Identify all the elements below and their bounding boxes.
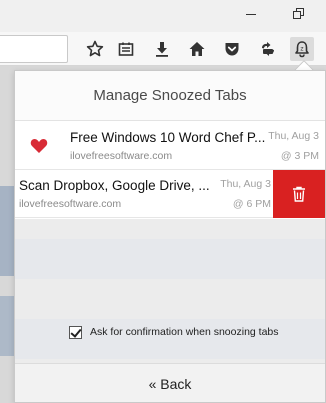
svg-text:z: z [300, 46, 303, 53]
confirm-option[interactable]: Ask for confirmation when snoozing tabs [69, 324, 279, 340]
tab-url: ilovefreesoftware.com [19, 198, 122, 210]
snooze-panel: Manage Snoozed Tabs Free Windows 10 Word… [14, 70, 326, 403]
panel-empty-area [15, 219, 325, 363]
toolbar: z [0, 32, 326, 66]
minimize-button[interactable] [244, 7, 258, 21]
tab-date: Thu, Aug 3 [268, 130, 319, 142]
pocket-icon[interactable] [220, 37, 244, 61]
snoozed-tab-row-swiped[interactable]: Scan Dropbox, Google Drive, ... ilovefre… [15, 170, 273, 218]
tab-title: Free Windows 10 Word Chef P... [70, 130, 265, 145]
tab-time: @ 3 PM [280, 150, 319, 162]
confirm-checkbox[interactable] [69, 325, 82, 339]
download-icon[interactable] [150, 37, 174, 61]
reader-list-icon[interactable] [114, 37, 138, 61]
tab-time: @ 6 PM [232, 198, 271, 210]
delete-button[interactable] [273, 170, 325, 218]
address-bar[interactable] [0, 35, 68, 63]
confirm-label: Ask for confirmation when snoozing tabs [90, 326, 279, 338]
tab-title: Scan Dropbox, Google Drive, ... [19, 178, 210, 193]
snoozed-tab-row[interactable]: Free Windows 10 Word Chef P... ilovefree… [15, 122, 325, 170]
tab-url: ilovefreesoftware.com [70, 150, 173, 162]
star-icon[interactable] [83, 37, 107, 61]
home-icon[interactable] [185, 37, 209, 61]
restore-button[interactable] [292, 7, 306, 21]
title-bar [0, 0, 326, 32]
trash-icon [293, 186, 305, 202]
back-button[interactable]: « Back [15, 363, 325, 402]
browser-window: z Manage Snoozed Tabs Free Windows 10 Wo… [0, 0, 326, 403]
heart-icon [29, 136, 49, 156]
snooze-bell-icon[interactable]: z [290, 37, 314, 61]
tab-date: Thu, Aug 3 [220, 178, 271, 190]
back-label: « Back [148, 376, 192, 392]
sync-icon[interactable] [256, 37, 280, 61]
panel-title: Manage Snoozed Tabs [93, 87, 247, 104]
panel-header: Manage Snoozed Tabs [15, 71, 325, 121]
